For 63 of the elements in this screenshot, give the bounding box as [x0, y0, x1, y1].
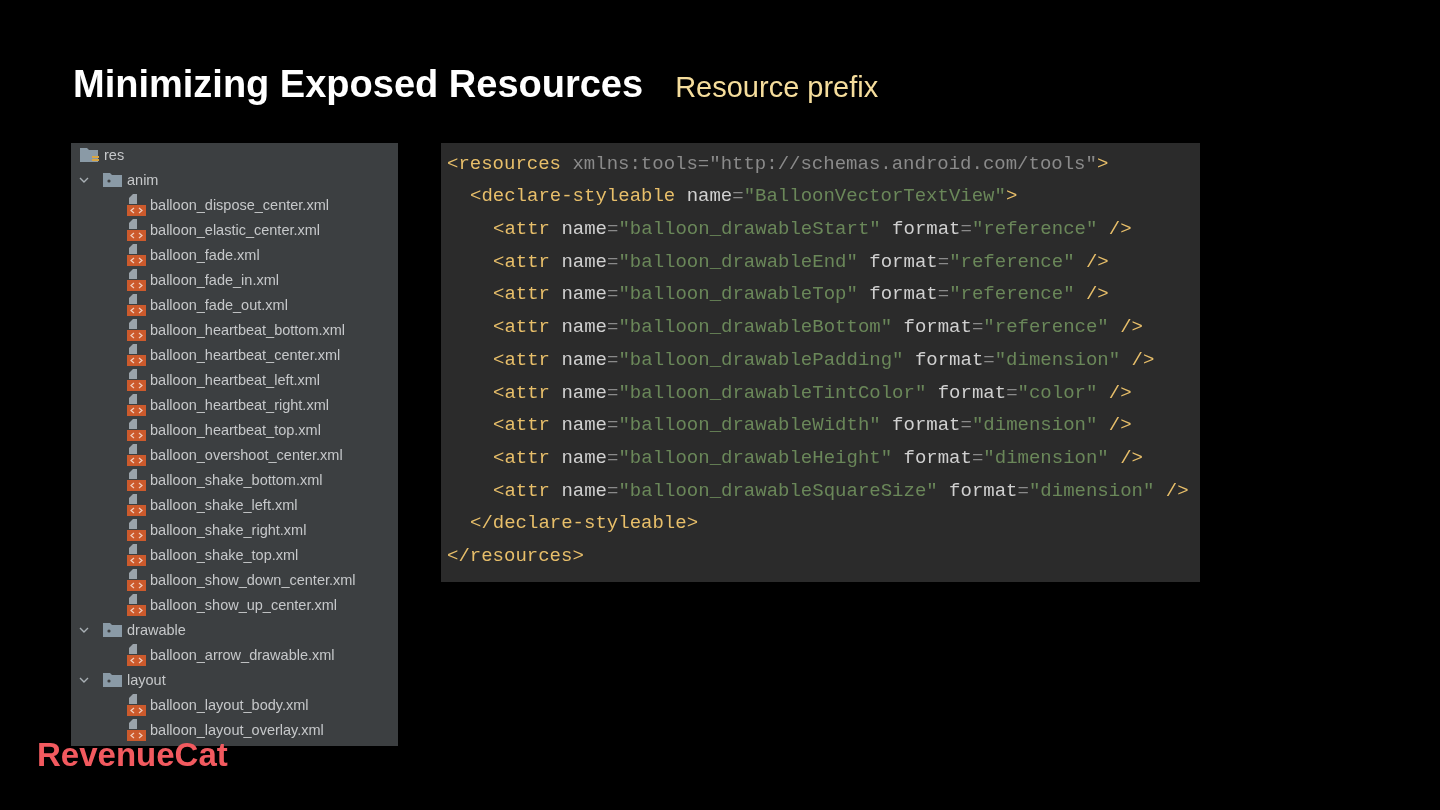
folder-icon — [103, 673, 122, 688]
slide-title: Minimizing Exposed Resources — [73, 62, 644, 107]
file-name[interactable]: balloon_fade.xml — [150, 247, 260, 263]
file-name[interactable]: balloon_layout_body.xml — [150, 697, 309, 713]
xml-file-icon — [127, 469, 146, 492]
folder-icon — [103, 173, 122, 188]
file-name[interactable]: balloon_shake_left.xml — [150, 497, 298, 513]
file-name[interactable]: balloon_layout_overlay.xml — [150, 722, 324, 738]
xml-file-icon — [127, 194, 146, 217]
file-name[interactable]: balloon_shake_bottom.xml — [150, 472, 323, 488]
code-line: <attr name="balloon_drawablePadding" format="dimension" /> — [493, 347, 1155, 373]
file-name[interactable]: balloon_heartbeat_right.xml — [150, 397, 329, 413]
code-line: <declare-styleable name="BalloonVectorTextView"> — [470, 184, 1018, 210]
resource-folder-icon — [80, 147, 100, 164]
code-line: <attr name="balloon_drawableEnd" format="reference" /> — [493, 249, 1109, 275]
folder-name[interactable]: layout — [127, 672, 166, 688]
file-name[interactable]: balloon_heartbeat_left.xml — [150, 372, 321, 388]
folder-icon — [103, 623, 122, 638]
code-line: <attr name="balloon_drawableTop" format="reference" /> — [493, 282, 1109, 308]
xml-file-icon — [127, 319, 146, 342]
file-name[interactable]: balloon_dispose_center.xml — [150, 197, 329, 213]
code-line: </resources> — [447, 543, 584, 569]
xml-file-icon — [127, 444, 146, 467]
code-line: <attr name="balloon_drawableHeight" format="dimension" /> — [493, 445, 1143, 471]
xml-file-icon — [127, 419, 146, 442]
file-name[interactable]: balloon_heartbeat_bottom.xml — [150, 322, 346, 338]
code-line: </declare-styleable> — [470, 511, 699, 537]
file-name[interactable]: balloon_fade_out.xml — [150, 297, 288, 313]
code-line: <attr name="balloon_drawableTintColor" format="color" /> — [493, 380, 1132, 406]
file-name[interactable]: balloon_shake_right.xml — [150, 522, 307, 538]
folder-name[interactable]: drawable — [127, 622, 186, 638]
xml-file-icon — [127, 244, 146, 267]
code-line: <attr name="balloon_drawableSquareSize" format="dimension" /> — [493, 478, 1189, 504]
file-name[interactable]: balloon_heartbeat_top.xml — [150, 422, 321, 438]
xml-file-icon — [127, 344, 146, 367]
code-line: <resources xmlns:tools="http://schemas.android.com/tools"> — [447, 151, 1109, 177]
file-name[interactable]: balloon_arrow_drawable.xml — [150, 647, 335, 663]
file-name[interactable]: balloon_overshoot_center.xml — [150, 447, 343, 463]
xml-file-icon — [127, 719, 146, 742]
xml-file-icon — [127, 544, 146, 567]
xml-file-icon — [127, 569, 146, 592]
slide-subtitle: Resource prefix — [675, 70, 879, 105]
folder-name[interactable]: anim — [127, 172, 159, 188]
file-name[interactable]: balloon_shake_top.xml — [150, 547, 299, 563]
xml-file-icon — [127, 294, 146, 317]
file-name[interactable]: balloon_show_down_center.xml — [150, 572, 356, 588]
file-name[interactable]: balloon_elastic_center.xml — [150, 222, 321, 238]
xml-file-icon — [127, 694, 146, 717]
xml-file-icon — [127, 394, 146, 417]
file-name[interactable]: balloon_heartbeat_center.xml — [150, 347, 341, 363]
code-line: <attr name="balloon_drawableStart" format="reference" /> — [493, 217, 1132, 243]
code-line: <attr name="balloon_drawableBottom" format="reference" /> — [493, 315, 1143, 341]
file-name[interactable]: balloon_fade_in.xml — [150, 272, 279, 288]
folder-name[interactable]: res — [104, 147, 125, 163]
code-line: <attr name="balloon_drawableWidth" format="dimension" /> — [493, 413, 1132, 439]
xml-file-icon — [127, 644, 146, 667]
xml-file-icon — [127, 594, 146, 617]
file-name[interactable]: balloon_show_up_center.xml — [150, 597, 337, 613]
xml-file-icon — [127, 219, 146, 242]
xml-file-icon — [127, 269, 146, 292]
xml-file-icon — [127, 369, 146, 392]
xml-file-icon — [127, 519, 146, 542]
xml-file-icon — [127, 494, 146, 517]
